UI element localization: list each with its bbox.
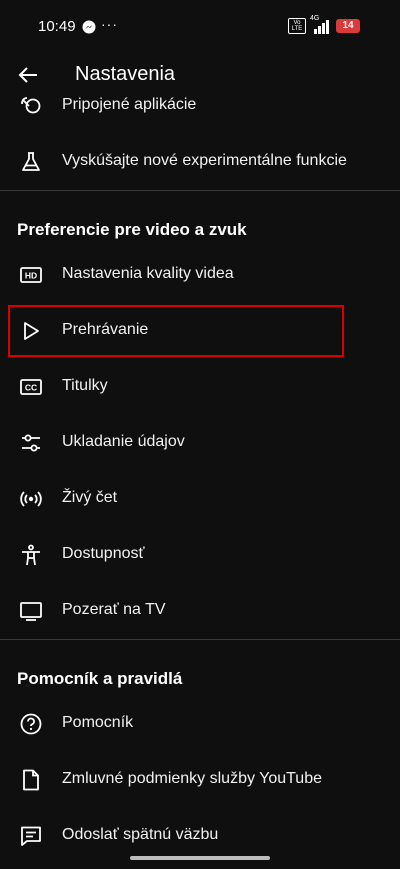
settings-item-feedback[interactable]: Odoslať spätnú väzbu bbox=[0, 814, 400, 858]
divider bbox=[0, 639, 400, 640]
status-bar: 10:49 ··· Vo LTE 4G 14 bbox=[0, 0, 400, 52]
settings-item-label: Dostupnosť bbox=[62, 545, 145, 562]
hd-icon: HD bbox=[19, 263, 43, 287]
help-icon bbox=[19, 712, 43, 736]
feedback-icon bbox=[19, 824, 43, 848]
settings-item-help[interactable]: Pomocník bbox=[0, 702, 400, 746]
settings-item-label: Pomocník bbox=[62, 714, 134, 731]
settings-item-label: Titulky bbox=[62, 377, 108, 394]
settings-item-label: Pozerať na TV bbox=[62, 601, 166, 618]
svg-text:CC: CC bbox=[25, 383, 37, 393]
accessibility-icon bbox=[19, 543, 43, 567]
cc-icon: CC bbox=[19, 375, 43, 399]
settings-item-label: Nastavenia kvality videa bbox=[62, 265, 234, 282]
document-icon bbox=[19, 768, 43, 792]
battery-icon: 14 bbox=[336, 19, 360, 33]
settings-item-live-chat[interactable]: Živý čet bbox=[0, 477, 400, 521]
network-type: 4G bbox=[310, 15, 320, 22]
more-notifications-icon: ··· bbox=[101, 16, 118, 32]
settings-item-connected-apps[interactable]: Pripojené aplikácie bbox=[0, 84, 400, 128]
status-indicators: Vo LTE 4G 14 bbox=[288, 15, 360, 34]
settings-item-label: Vyskúšajte nové experimentálne funkcie bbox=[62, 152, 347, 169]
settings-item-data-saving[interactable]: Ukladanie údajov bbox=[0, 421, 400, 465]
settings-item-label: Živý čet bbox=[62, 489, 118, 506]
settings-item-label: Pripojené aplikácie bbox=[62, 96, 197, 113]
flask-icon bbox=[19, 150, 43, 174]
settings-item-captions[interactable]: CC Titulky bbox=[0, 365, 400, 409]
settings-item-label: Zmluvné podmienky služby YouTube bbox=[62, 770, 322, 787]
signal-icon: 4G bbox=[310, 15, 332, 34]
divider bbox=[0, 190, 400, 191]
settings-item-video-quality[interactable]: HD Nastavenia kvality videa bbox=[0, 253, 400, 297]
status-time: 10:49 bbox=[38, 18, 76, 35]
messenger-icon bbox=[82, 20, 96, 34]
live-icon bbox=[19, 487, 43, 511]
svg-text:HD: HD bbox=[25, 271, 37, 281]
settings-item-terms[interactable]: Zmluvné podmienky služby YouTube bbox=[0, 758, 400, 802]
home-indicator[interactable] bbox=[130, 856, 270, 860]
sliders-icon bbox=[19, 431, 43, 455]
highlight-box bbox=[8, 305, 344, 357]
settings-item-label: Odoslať spätnú väzbu bbox=[62, 826, 219, 843]
connected-apps-icon bbox=[19, 94, 43, 118]
page-title: Nastavenia bbox=[75, 63, 176, 85]
settings-screen: 10:49 ··· Vo LTE 4G 14 Nastavenia Pripoj… bbox=[0, 0, 400, 869]
settings-item-watch-on-tv[interactable]: Pozerať na TV bbox=[0, 589, 400, 633]
settings-item-accessibility[interactable]: Dostupnosť bbox=[0, 533, 400, 577]
section-title-help: Pomocník a pravidlá bbox=[17, 669, 183, 688]
volte-badge: Vo LTE bbox=[288, 18, 306, 34]
settings-item-experimental[interactable]: Vyskúšajte nové experimentálne funkcie bbox=[0, 140, 400, 184]
tv-icon bbox=[19, 599, 43, 623]
settings-item-label: Ukladanie údajov bbox=[62, 433, 185, 450]
section-title-video: Preferencie pre video a zvuk bbox=[17, 220, 247, 239]
